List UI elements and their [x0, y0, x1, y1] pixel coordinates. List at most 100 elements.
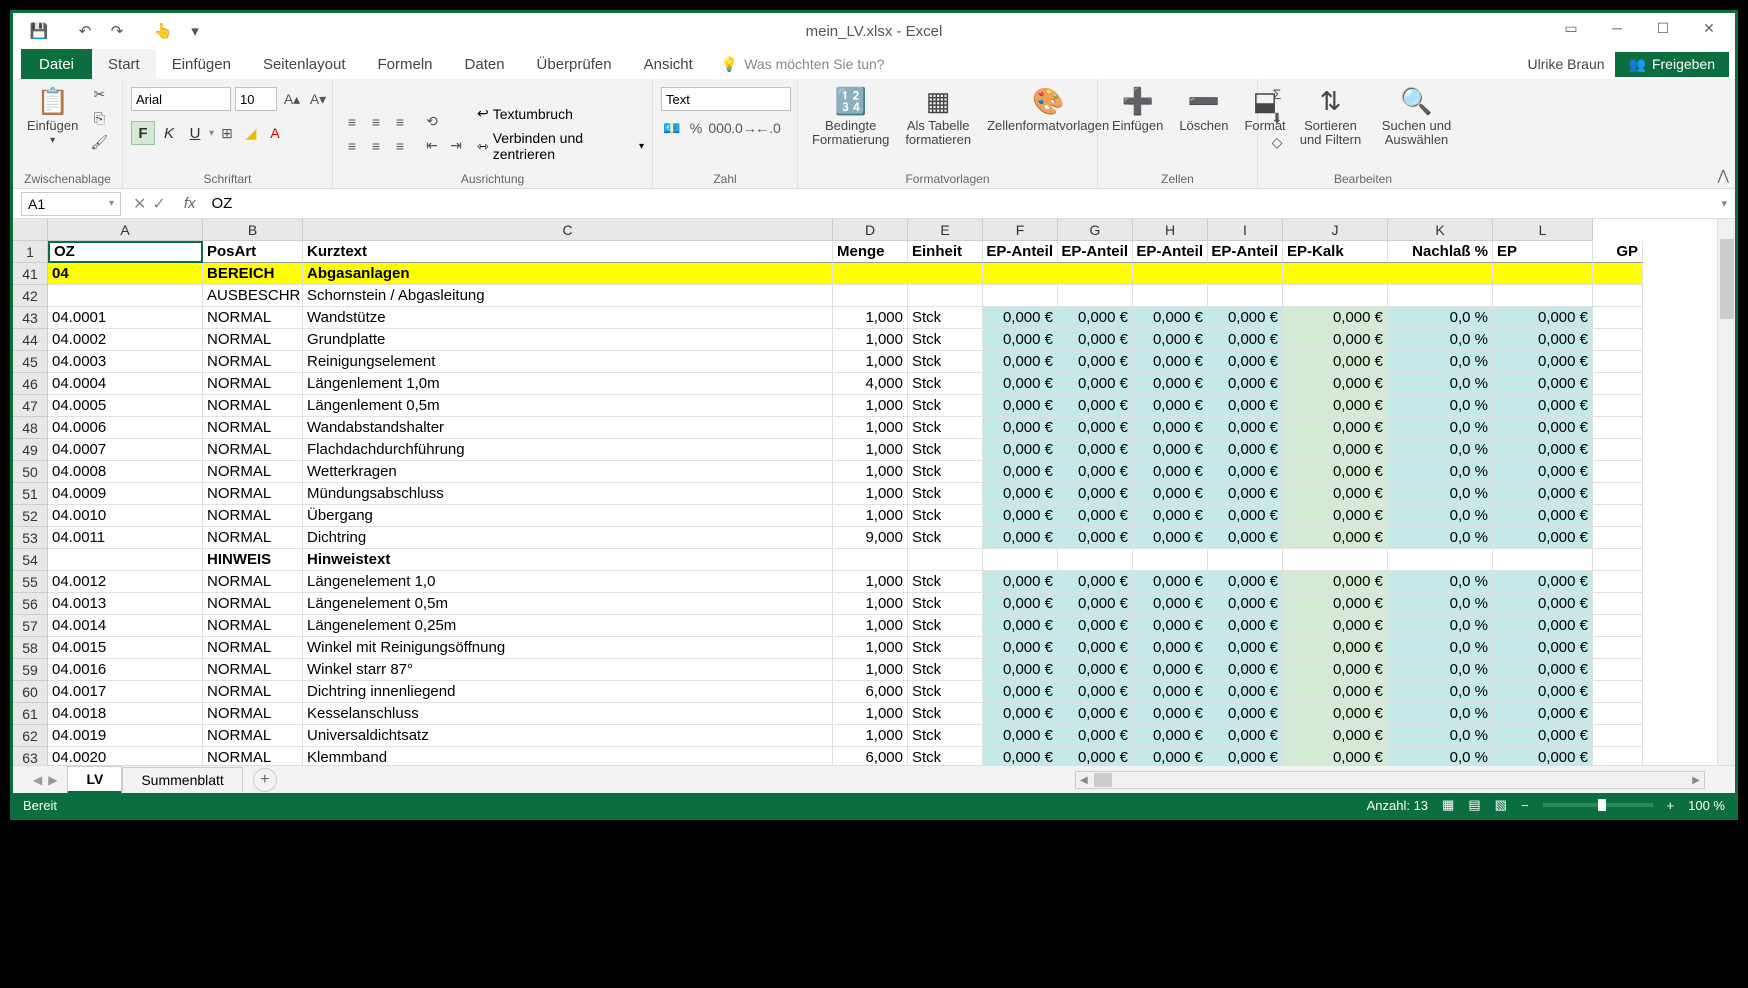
align-center-icon[interactable]: ≡	[365, 135, 387, 157]
select-all-triangle[interactable]	[13, 219, 48, 241]
font-color-icon[interactable]: A	[264, 122, 286, 144]
alignment-grid[interactable]: ≡ ≡ ≡ ≡ ≡ ≡	[341, 111, 411, 157]
row-headers[interactable]: 1414243444546474849505152535455565758596…	[13, 241, 48, 765]
collapse-ribbon-icon[interactable]: ⋀	[1718, 167, 1729, 184]
col-header[interactable]: A	[48, 219, 203, 241]
thousands-icon[interactable]: 000	[709, 117, 731, 139]
paste-button[interactable]: 📋 Einfügen ▾	[21, 83, 84, 148]
sheet-tab-summenblatt[interactable]: Summenblatt	[122, 767, 242, 792]
name-box[interactable]: A1▾	[21, 192, 121, 216]
align-left-icon[interactable]: ≡	[341, 135, 363, 157]
find-select-button[interactable]: 🔍Suchen und Auswählen	[1373, 83, 1460, 150]
bold-button[interactable]: F	[131, 121, 155, 145]
tab-insert[interactable]: Einfügen	[156, 49, 247, 79]
tab-view[interactable]: Ansicht	[628, 49, 709, 79]
currency-icon[interactable]: 💶	[661, 117, 683, 139]
view-normal-icon[interactable]: ▦	[1442, 797, 1454, 813]
decrease-font-icon[interactable]: A▾	[307, 88, 329, 110]
merge-center-button[interactable]: ⇿Verbinden und zentrieren▾	[477, 130, 644, 162]
tab-review[interactable]: Überprüfen	[521, 49, 628, 79]
horizontal-scrollbar[interactable]: ◀ ▶	[1075, 771, 1705, 789]
zoom-slider[interactable]	[1543, 803, 1653, 807]
tab-file[interactable]: Datei	[21, 49, 92, 79]
increase-indent-icon[interactable]: ⇥	[445, 135, 467, 157]
copy-icon[interactable]: ⎘	[88, 107, 110, 129]
vertical-scrollbar[interactable]	[1717, 219, 1735, 765]
tab-formulas[interactable]: Formeln	[362, 49, 449, 79]
align-top-center-icon[interactable]: ≡	[365, 111, 387, 133]
zoom-level[interactable]: 100 %	[1688, 798, 1725, 813]
decrease-indent-icon[interactable]: ⇤	[421, 135, 443, 157]
tell-me-search[interactable]: 💡 Was möchten Sie tun?	[709, 49, 885, 79]
col-header[interactable]: J	[1283, 219, 1388, 241]
redo-icon[interactable]: ↷	[103, 17, 131, 45]
spreadsheet-grid[interactable]: A B C D E F G H I J K L 1414243444546474…	[13, 219, 1735, 765]
wrap-text-button[interactable]: ↩Textumbruch	[477, 105, 644, 122]
align-top-left-icon[interactable]: ≡	[341, 111, 363, 133]
share-button[interactable]: 👥 Freigeben	[1615, 52, 1729, 77]
tab-data[interactable]: Daten	[449, 49, 521, 79]
increase-decimal-icon[interactable]: .0→	[733, 117, 755, 139]
borders-icon[interactable]: ⊞	[216, 122, 238, 144]
col-header[interactable]: F	[983, 219, 1058, 241]
sheet-tab-lv[interactable]: LV	[67, 766, 122, 794]
col-header[interactable]: K	[1388, 219, 1493, 241]
align-top-right-icon[interactable]: ≡	[389, 111, 411, 133]
increase-font-icon[interactable]: A▴	[281, 88, 303, 110]
orientation-icon[interactable]: ⟲	[421, 111, 443, 133]
zoom-in-icon[interactable]: +	[1667, 798, 1675, 813]
maximize-icon[interactable]: ☐	[1641, 13, 1685, 43]
insert-cells-button[interactable]: ➕Einfügen	[1106, 83, 1169, 135]
qat-customize-icon[interactable]: ▾	[181, 17, 209, 45]
formula-input[interactable]	[205, 192, 1713, 216]
tab-layout[interactable]: Seitenlayout	[247, 49, 362, 79]
zoom-out-icon[interactable]: −	[1521, 798, 1529, 813]
conditional-formatting-button[interactable]: 🔢Bedingte Formatierung	[806, 83, 895, 150]
cut-icon[interactable]: ✂	[88, 83, 110, 105]
number-format-combo[interactable]	[661, 87, 791, 111]
add-sheet-button[interactable]: +	[253, 768, 277, 792]
view-page-layout-icon[interactable]: ▤	[1468, 797, 1480, 813]
italic-button[interactable]: K	[157, 121, 181, 145]
col-header[interactable]: E	[908, 219, 983, 241]
minimize-icon[interactable]: ─	[1595, 13, 1639, 43]
cancel-formula-icon[interactable]: ✕	[133, 194, 146, 214]
ribbon-display-icon[interactable]: ▭	[1549, 13, 1593, 43]
col-header[interactable]: L	[1493, 219, 1593, 241]
col-header[interactable]: H	[1133, 219, 1208, 241]
decrease-decimal-icon[interactable]: ←.0	[757, 117, 779, 139]
font-name-combo[interactable]	[131, 87, 231, 111]
col-header[interactable]: C	[303, 219, 833, 241]
fx-icon[interactable]: fx	[174, 195, 206, 212]
tab-start[interactable]: Start	[92, 49, 156, 79]
align-right-icon[interactable]: ≡	[389, 135, 411, 157]
undo-icon[interactable]: ↶	[71, 17, 99, 45]
user-name[interactable]: Ulrike Braun	[1527, 56, 1604, 72]
save-icon[interactable]: 💾	[25, 17, 53, 45]
delete-cells-button[interactable]: ➖Löschen	[1173, 83, 1234, 135]
underline-button[interactable]: U	[183, 121, 207, 145]
autosum-icon[interactable]: Σ	[1266, 83, 1288, 105]
sheet-nav-prev-icon[interactable]: ◀	[33, 773, 42, 787]
percent-icon[interactable]: %	[685, 117, 707, 139]
fill-color-icon[interactable]: ◢	[240, 122, 262, 144]
enter-formula-icon[interactable]: ✓	[152, 194, 165, 214]
view-page-break-icon[interactable]: ▧	[1495, 797, 1507, 813]
touch-mode-icon[interactable]: 👆	[149, 17, 177, 45]
clear-icon[interactable]: ◇	[1266, 131, 1288, 153]
col-header[interactable]: I	[1208, 219, 1283, 241]
fill-icon[interactable]: ⬇	[1266, 107, 1288, 129]
cell-styles-button[interactable]: 🎨Zellenformatvorlagen	[981, 83, 1115, 135]
font-size-combo[interactable]	[235, 87, 277, 111]
close-icon[interactable]: ✕	[1687, 13, 1731, 43]
expand-formula-icon[interactable]: ▾	[1713, 197, 1735, 210]
col-header[interactable]: B	[203, 219, 303, 241]
col-header[interactable]: G	[1058, 219, 1133, 241]
col-header[interactable]: D	[833, 219, 908, 241]
format-as-table-button[interactable]: ▦Als Tabelle formatieren	[899, 83, 977, 150]
lightbulb-icon: 💡	[721, 56, 738, 73]
sheet-nav-next-icon[interactable]: ▶	[48, 773, 57, 787]
group-font-label: Schriftart	[123, 172, 332, 186]
format-painter-icon[interactable]: 🖌	[88, 131, 110, 153]
sort-filter-button[interactable]: ⇅Sortieren und Filtern	[1292, 83, 1369, 150]
